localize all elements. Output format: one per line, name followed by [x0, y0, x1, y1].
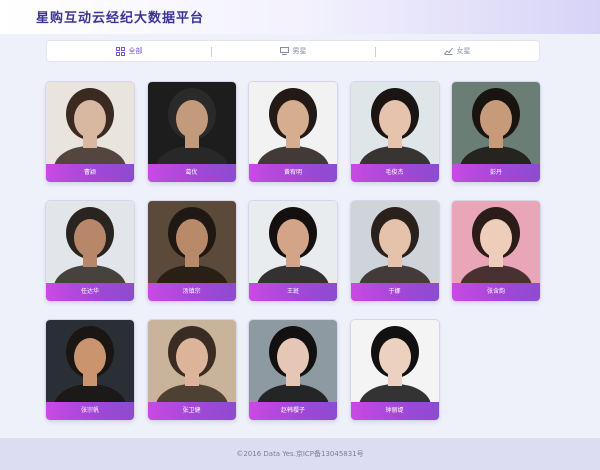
artist-photo	[249, 82, 337, 164]
artist-name: 任达华	[46, 283, 134, 301]
artist-name: 彭丹	[452, 164, 540, 182]
artist-photo	[46, 320, 134, 402]
footer: ©2016 Data Yes.京ICP备13045831号	[0, 438, 600, 470]
artist-card[interactable]: 任达华	[46, 201, 134, 301]
artist-name: 曹颖	[46, 164, 134, 182]
header-bar: 星购互动云经纪大数据平台	[0, 0, 600, 34]
artist-name: 钟丽缇	[350, 402, 439, 420]
tab-male-label: 男星	[292, 47, 307, 55]
artist-name: 张宗帆	[46, 402, 134, 420]
artist-photo	[46, 201, 134, 283]
artist-photo	[147, 82, 236, 164]
artist-photo	[249, 201, 337, 283]
artist-photo	[350, 82, 439, 164]
monitor-icon	[279, 47, 289, 55]
artist-card[interactable]: 葛优	[147, 82, 236, 182]
artist-card[interactable]: 汤镇宗	[147, 201, 236, 301]
artist-card[interactable]: 王斑	[249, 201, 337, 301]
artist-photo	[249, 320, 337, 402]
tab-all[interactable]: 全部	[47, 41, 211, 61]
artist-photo	[46, 82, 134, 164]
artist-name: 毛俊杰	[350, 164, 439, 182]
artist-card[interactable]: 张卫健	[147, 320, 236, 420]
artist-photo	[350, 320, 439, 402]
artist-card[interactable]: 彭丹	[452, 82, 540, 182]
tab-female-label: 女星	[456, 47, 471, 55]
artist-card[interactable]: 赵韩樱子	[249, 320, 337, 420]
artist-card[interactable]: 于娜	[350, 201, 439, 301]
tab-female[interactable]: 女星	[375, 41, 539, 61]
artist-photo	[350, 201, 439, 283]
artist-photo	[452, 201, 540, 283]
artist-name: 王斑	[249, 283, 337, 301]
chart-icon	[443, 47, 453, 55]
artist-name: 黄宥明	[249, 164, 337, 182]
artist-name: 汤镇宗	[147, 283, 236, 301]
artist-card[interactable]: 张含韵	[452, 201, 540, 301]
artist-card[interactable]: 黄宥明	[249, 82, 337, 182]
artist-name: 于娜	[350, 283, 439, 301]
tab-male[interactable]: 男星	[211, 41, 375, 61]
artist-card[interactable]: 张宗帆	[46, 320, 134, 420]
artist-card[interactable]: 钟丽缇	[350, 320, 439, 420]
tab-all-label: 全部	[128, 47, 143, 55]
artist-name: 葛优	[147, 164, 236, 182]
page-title: 星购互动云经纪大数据平台	[36, 11, 205, 26]
artist-name: 赵韩樱子	[249, 402, 337, 420]
artist-photo	[452, 82, 540, 164]
artist-photo	[147, 201, 236, 283]
artist-card[interactable]: 毛俊杰	[350, 82, 439, 182]
footer-copyright: ©2016 Data Yes.京ICP备13045831号	[236, 450, 364, 458]
artist-name: 张含韵	[452, 283, 540, 301]
artist-photo	[147, 320, 236, 402]
artist-name: 张卫健	[147, 402, 236, 420]
category-tabs: 全部 男星 女星	[46, 40, 540, 62]
grid-icon	[115, 46, 125, 56]
artist-card[interactable]: 曹颖	[46, 82, 134, 182]
